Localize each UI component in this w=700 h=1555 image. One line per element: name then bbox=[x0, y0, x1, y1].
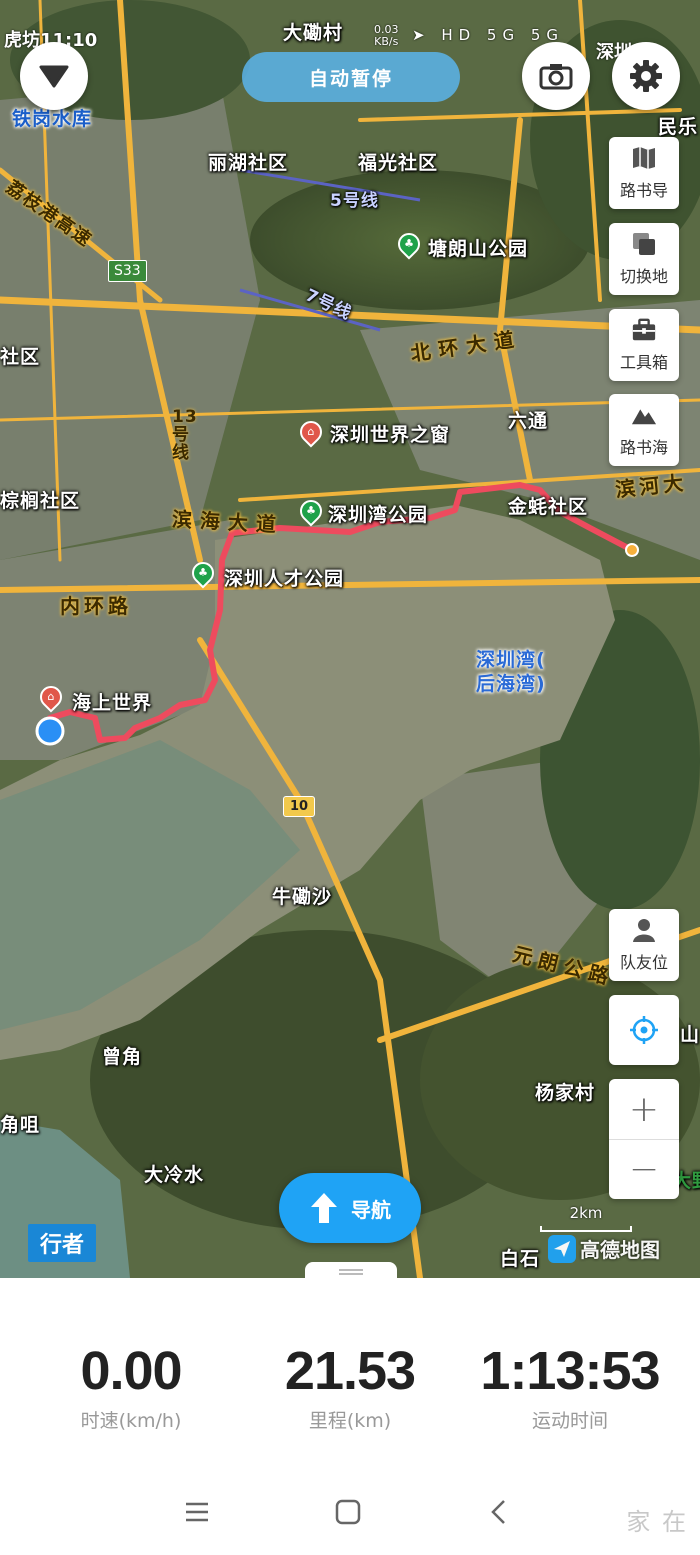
map-label: 金蚝社区 bbox=[508, 496, 589, 518]
map-label: 大冷水 bbox=[144, 1164, 205, 1186]
stat-value: 21.53 bbox=[284, 1341, 416, 1401]
map-view[interactable]: 铁岗水库 大磡村 丽湖社区 福光社区 5号线 ♣ 塘朗山公园 S33 7号线 北… bbox=[0, 0, 700, 1278]
zoom-in-button[interactable]: + bbox=[609, 1079, 679, 1139]
highway-shield: 10 bbox=[283, 796, 316, 817]
map-label: 内环路 bbox=[60, 594, 132, 618]
person-icon bbox=[631, 917, 657, 943]
map-label: 民乐 bbox=[658, 116, 699, 138]
map-label: 丽湖社区 bbox=[208, 152, 289, 174]
stat-label: 运动时间 bbox=[531, 1410, 608, 1432]
stats-panel: 0.00 时速(km/h) 21.53 里程(km) 1:13:53 运动时间 bbox=[0, 1278, 700, 1468]
gear-icon bbox=[630, 60, 662, 92]
map-label: 山 bbox=[680, 1024, 700, 1046]
mountain-icon bbox=[631, 402, 657, 428]
side-button-label: 路书导 bbox=[619, 181, 668, 200]
map-icon bbox=[631, 145, 657, 171]
map-scale: 2km bbox=[540, 1204, 632, 1232]
drawer-handle[interactable] bbox=[305, 1262, 397, 1278]
scale-label: 2km bbox=[569, 1204, 603, 1222]
toolbox-icon bbox=[631, 317, 657, 343]
map-label: 社区 bbox=[0, 346, 41, 368]
menu-button[interactable] bbox=[177, 1496, 217, 1528]
side-button-label: 队友位 bbox=[619, 953, 668, 972]
arrow-up-icon bbox=[311, 1193, 337, 1223]
map-label: 深圳湾( bbox=[476, 649, 546, 671]
layers-icon bbox=[631, 231, 657, 257]
side-button-label: 工具箱 bbox=[619, 353, 668, 372]
zoom-out-button[interactable]: − bbox=[609, 1139, 679, 1199]
status-icons: ➤ HD 5G 5G bbox=[412, 26, 565, 44]
home-button[interactable] bbox=[328, 1496, 368, 1528]
map-label: 深圳人才公园 bbox=[224, 568, 345, 590]
watermark: 家 在 bbox=[626, 1508, 688, 1536]
locate-icon bbox=[630, 1016, 658, 1044]
map-label: 13号线 bbox=[172, 407, 198, 463]
map-label: 棕榈社区 bbox=[0, 490, 81, 512]
current-location-dot bbox=[35, 716, 65, 746]
toolbox-button[interactable]: 工具箱 bbox=[609, 309, 679, 381]
map-label: 曾角 bbox=[102, 1046, 143, 1068]
navigation-label: 导航 bbox=[351, 1197, 391, 1222]
map-label: 深圳湾公园 bbox=[328, 504, 429, 526]
map-label: 5号线 bbox=[330, 191, 379, 211]
map-provider-name: 高德地图 bbox=[580, 1238, 660, 1262]
map-label: 深圳世界之窗 bbox=[330, 424, 451, 446]
menu-icon bbox=[186, 1502, 208, 1522]
walker-badge: 行者 bbox=[28, 1224, 96, 1262]
route-start-dot bbox=[625, 543, 639, 557]
map-label: 塘朗山公园 bbox=[428, 238, 529, 260]
stat-label: 时速(km/h) bbox=[80, 1410, 182, 1432]
camera-button[interactable] bbox=[522, 42, 590, 110]
camera-icon bbox=[539, 64, 573, 90]
zoom-control: + − bbox=[609, 1079, 679, 1199]
stat-value: 0.00 bbox=[80, 1341, 182, 1401]
map-label: 六通 bbox=[508, 410, 549, 432]
back-button[interactable] bbox=[479, 1496, 519, 1528]
amap-logo-icon bbox=[548, 1234, 576, 1263]
distance-stat: 21.53 里程(km) bbox=[235, 1340, 465, 1433]
network-speed-unit: KB/s bbox=[374, 35, 399, 48]
map-label: 福光社区 bbox=[358, 152, 439, 174]
app-screen: 铁岗水库 大磡村 丽湖社区 福光社区 5号线 ♣ 塘朗山公园 S33 7号线 北… bbox=[0, 0, 700, 1555]
stat-label: 里程(km) bbox=[308, 1410, 392, 1432]
map-label: 后海湾) bbox=[476, 673, 546, 695]
collapse-button[interactable] bbox=[20, 42, 88, 110]
system-nav-bar: 家 在 bbox=[0, 1468, 700, 1555]
auto-pause-button[interactable]: 自动暂停 bbox=[242, 52, 460, 102]
scale-bar bbox=[540, 1226, 632, 1232]
stat-value: 1:13:53 bbox=[480, 1341, 660, 1401]
teammate-location-button[interactable]: 队友位 bbox=[609, 909, 679, 981]
switch-map-button[interactable]: 切换地 bbox=[609, 223, 679, 295]
network-speed: 0.03 KB/s bbox=[374, 24, 399, 48]
speed-stat: 0.00 时速(km/h) bbox=[16, 1340, 246, 1433]
back-chevron-icon bbox=[491, 1500, 505, 1524]
map-label: 牛磡沙 bbox=[272, 886, 333, 908]
map-provider-logo: 高德地图 bbox=[548, 1234, 660, 1263]
map-label: 杨家村 bbox=[535, 1082, 596, 1104]
roadbook-guide-button[interactable]: 路书导 bbox=[609, 137, 679, 209]
status-bar: 虎坊11:10 0.03 KB/s ➤ HD 5G 5G 深圳 bbox=[0, 22, 700, 64]
map-label: 白石 bbox=[500, 1248, 541, 1270]
side-button-label: 切换地 bbox=[619, 267, 668, 286]
navigation-button[interactable]: 导航 bbox=[279, 1173, 421, 1243]
locate-button[interactable] bbox=[609, 995, 679, 1065]
map-label: 滨海大道 bbox=[171, 507, 285, 537]
home-square-icon bbox=[335, 1499, 361, 1525]
map-label: 海上世界 bbox=[72, 692, 153, 714]
settings-button[interactable] bbox=[612, 42, 680, 110]
highway-shield: S33 bbox=[108, 260, 147, 282]
duration-stat: 1:13:53 运动时间 bbox=[455, 1340, 685, 1433]
side-button-label: 路书海 bbox=[619, 438, 668, 457]
triangle-down-icon bbox=[39, 65, 69, 88]
roadbook-sea-button[interactable]: 路书海 bbox=[609, 394, 679, 466]
map-label: 角咀 bbox=[0, 1114, 41, 1136]
